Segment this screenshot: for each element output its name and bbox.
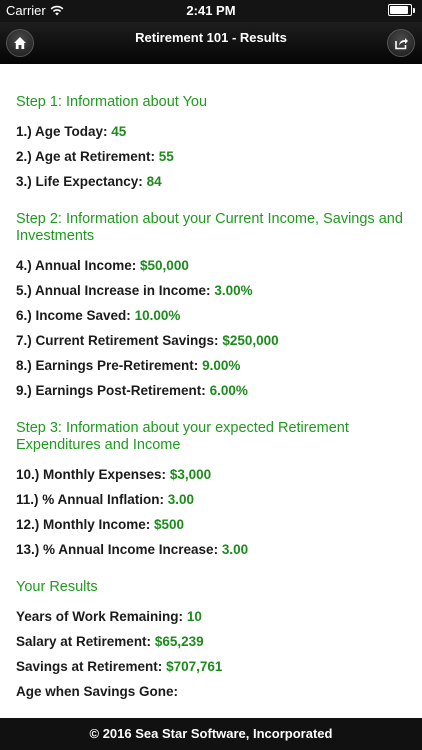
row-value: $3,000: [169, 467, 212, 482]
row-label: 12.) Monthly Income:: [16, 517, 151, 532]
row-value: 9.00%: [202, 358, 241, 373]
result-row: 3.) Life Expectancy: 84: [16, 173, 408, 198]
result-row: 9.) Earnings Post-Retirement: 6.00%: [16, 382, 408, 407]
result-row: 6.) Income Saved: 10.00%: [16, 307, 408, 332]
row-label: 6.) Income Saved:: [16, 308, 131, 323]
result-row: 1.) Age Today: 45: [16, 123, 408, 148]
row-value: 3.00: [167, 492, 195, 507]
page-title: Retirement 101 - Results: [135, 30, 287, 45]
row-label: 5.) Annual Increase in Income:: [16, 283, 211, 298]
result-row: 5.) Annual Increase in Income: 3.00%: [16, 282, 408, 307]
step-3-heading: Step 3: Information about your expected …: [16, 420, 349, 453]
share-icon: [394, 38, 408, 50]
status-time: 2:41 PM: [186, 3, 236, 18]
row-value: $707,761: [166, 659, 223, 674]
row-label: 1.) Age Today:: [16, 124, 108, 139]
row-label: 8.) Earnings Pre-Retirement:: [16, 358, 199, 373]
row-label: Salary at Retirement:: [16, 634, 152, 649]
row-value: 3.00%: [214, 283, 253, 298]
row-label: 11.) % Annual Inflation:: [16, 492, 165, 507]
result-row: Salary at Retirement: $65,239: [16, 633, 408, 658]
row-label: 13.) % Annual Income Increase:: [16, 542, 219, 557]
result-row: 4.) Annual Income: $50,000: [16, 257, 408, 282]
row-label: 4.) Annual Income:: [16, 258, 137, 273]
home-button[interactable]: [6, 29, 34, 57]
row-label: Years of Work Remaining:: [16, 609, 184, 624]
result-row: 8.) Earnings Pre-Retirement: 9.00%: [16, 357, 408, 382]
row-value: 10: [186, 609, 202, 624]
result-row: 7.) Current Retirement Savings: $250,000: [16, 332, 408, 357]
step-2-heading: Step 2: Information about your Current I…: [16, 211, 403, 244]
result-row: 11.) % Annual Inflation: 3.00: [16, 491, 408, 516]
row-label: Age when Savings Gone:: [16, 684, 179, 699]
row-value: $500: [154, 517, 185, 532]
row-value: 84: [146, 174, 162, 189]
copyright-footer: © 2016 Sea Star Software, Incorporated: [0, 718, 422, 750]
results-content[interactable]: Step 1: Information about You 1.) Age To…: [0, 64, 422, 718]
share-button[interactable]: [387, 29, 415, 57]
row-value: $250,000: [222, 333, 279, 348]
battery-icon: [388, 4, 416, 17]
row-value: 55: [158, 149, 174, 164]
row-label: 10.) Monthly Expenses:: [16, 467, 167, 482]
row-label: 3.) Life Expectancy:: [16, 174, 143, 189]
result-row: Age when Savings Gone:: [16, 683, 408, 708]
step-1-heading: Step 1: Information about You: [16, 94, 208, 110]
row-value: $50,000: [140, 258, 189, 273]
row-value: 6.00%: [209, 383, 248, 398]
results-heading: Your Results: [16, 579, 98, 595]
row-label: 9.) Earnings Post-Retirement:: [16, 383, 206, 398]
result-row: Years of Work Remaining: 10: [16, 608, 408, 633]
result-row: 2.) Age at Retirement: 55: [16, 148, 408, 173]
row-label: Savings at Retirement:: [16, 659, 163, 674]
row-value: $65,239: [154, 634, 204, 649]
row-value: 3.00: [221, 542, 249, 557]
row-label: 7.) Current Retirement Savings:: [16, 333, 219, 348]
result-row: 13.) % Annual Income Increase: 3.00: [16, 541, 408, 566]
navigation-bar: Retirement 101 - Results: [0, 22, 422, 64]
row-value: 45: [111, 124, 127, 139]
result-row: Savings at Retirement: $707,761: [16, 658, 408, 683]
result-row: 12.) Monthly Income: $500: [16, 516, 408, 541]
status-bar: Carrier 2:41 PM: [0, 0, 422, 22]
result-row: 10.) Monthly Expenses: $3,000: [16, 466, 408, 491]
home-icon: [14, 37, 26, 49]
row-value: 10.00%: [134, 308, 181, 323]
row-label: 2.) Age at Retirement:: [16, 149, 156, 164]
